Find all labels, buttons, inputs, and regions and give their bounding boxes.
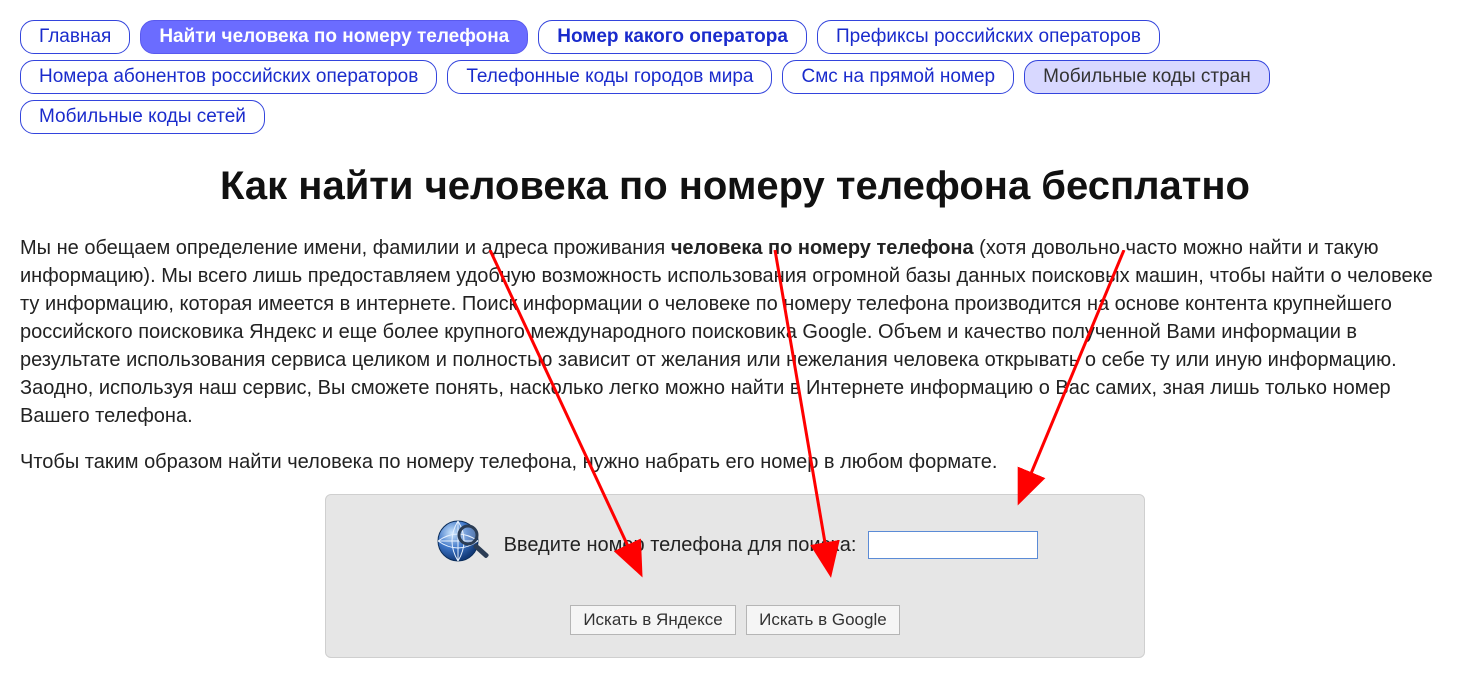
phone-input[interactable]	[868, 531, 1038, 559]
search-row: Введите номер телефона для поиска:	[356, 515, 1114, 575]
nav-operator-number[interactable]: Номер какого оператора	[538, 20, 807, 54]
search-google-button[interactable]: Искать в Google	[746, 605, 900, 635]
nav-sms-direct[interactable]: Смс на прямой номер	[782, 60, 1014, 94]
page-title: Как найти человека по номеру телефона бе…	[20, 164, 1450, 209]
nav-network-codes[interactable]: Мобильные коды сетей	[20, 100, 265, 134]
search-panel: Введите номер телефона для поиска: Искат…	[325, 494, 1145, 658]
intro-text-post: (хотя довольно часто можно найти и такую…	[20, 237, 1433, 427]
nav-find-by-phone[interactable]: Найти человека по номеру телефона	[140, 20, 528, 54]
phone-input-label: Введите номер телефона для поиска:	[504, 534, 857, 557]
nav-subscriber-numbers[interactable]: Номера абонентов российских операторов	[20, 60, 437, 94]
intro-paragraph: Мы не обещаем определение имени, фамилии…	[20, 234, 1450, 430]
intro-text-bold: человека по номеру телефона	[671, 237, 974, 259]
instruction-paragraph: Чтобы таким образом найти человека по но…	[20, 448, 1450, 476]
nav-prefixes[interactable]: Префиксы российских операторов	[817, 20, 1160, 54]
nav-home[interactable]: Главная	[20, 20, 130, 54]
globe-search-icon	[432, 515, 492, 575]
intro-text-pre: Мы не обещаем определение имени, фамилии…	[20, 237, 671, 259]
search-yandex-button[interactable]: Искать в Яндексе	[570, 605, 735, 635]
nav-country-codes[interactable]: Мобильные коды стран	[1024, 60, 1270, 94]
nav-city-codes[interactable]: Телефонные коды городов мира	[447, 60, 772, 94]
search-buttons-row: Искать в Яндексе Искать в Google	[356, 605, 1114, 635]
top-nav: Главная Найти человека по номеру телефон…	[20, 20, 1450, 134]
